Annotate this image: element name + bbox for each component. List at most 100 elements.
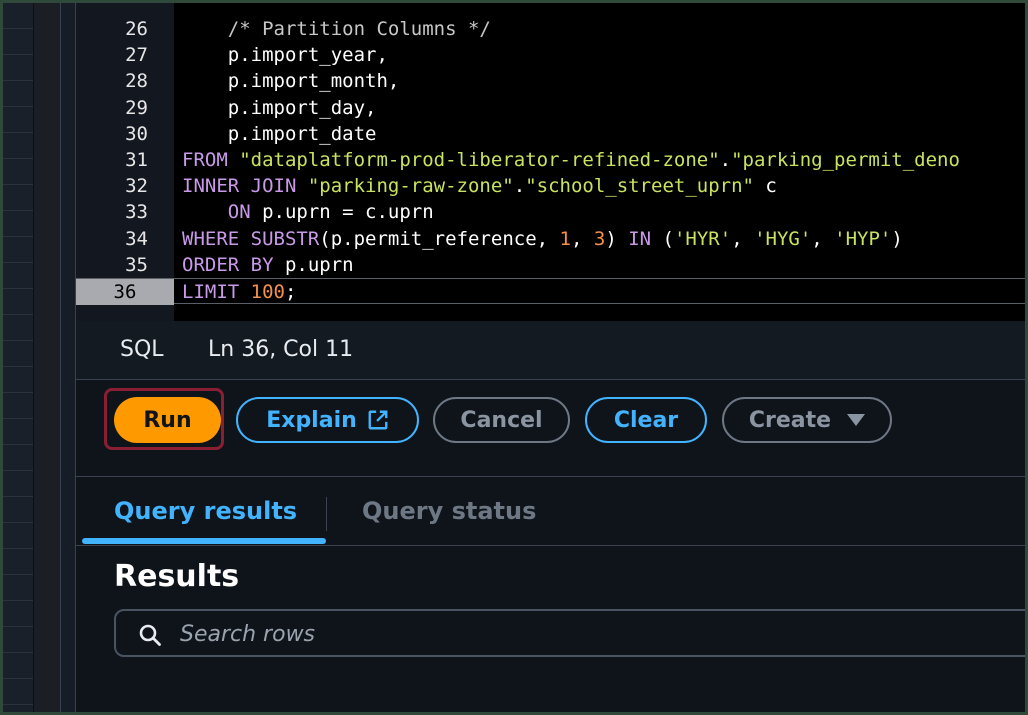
code-token: )	[605, 227, 629, 250]
code-token: IN	[628, 227, 652, 250]
clear-button-label: Clear	[613, 407, 679, 433]
query-toolbar: Run Explain Cancel Clear Create	[76, 380, 1025, 477]
code-line[interactable]: 33 ON p.uprn = c.uprn	[76, 199, 1025, 225]
line-number: 27	[125, 44, 148, 67]
code-text: WHERE SUBSTR(p.permit_reference, 1, 3) I…	[182, 226, 903, 252]
code-line[interactable]: 26 /* Partition Columns */	[76, 16, 1025, 42]
code-token: SUBSTR	[250, 227, 320, 250]
search-rows-box[interactable]	[114, 609, 1025, 657]
cancel-button[interactable]: Cancel	[433, 397, 570, 443]
code-text: p.import_date	[182, 121, 377, 147]
line-number: 35	[125, 253, 148, 276]
code-token: p.uprn	[273, 253, 354, 276]
code-token: 'HYP'	[834, 227, 892, 250]
external-link-icon	[368, 410, 388, 430]
line-number: 32	[125, 175, 148, 198]
query-editor-panel: 26 /* Partition Columns */27 p.import_ye…	[75, 3, 1025, 712]
code-token: p.import_date	[182, 122, 377, 145]
code-token: .	[719, 149, 732, 171]
code-text: p.import_day,	[182, 95, 377, 121]
code-token: "parking_permit_deno	[731, 149, 960, 171]
code-token: ON	[227, 201, 251, 224]
code-token: ORDER BY	[182, 253, 274, 276]
line-number: 26	[125, 18, 148, 40]
results-tabs: Query results Query status	[76, 477, 1025, 546]
line-number: 30	[125, 122, 148, 145]
explain-button-label: Explain	[266, 407, 357, 433]
code-token: p.uprn = c.uprn	[250, 201, 434, 224]
code-line[interactable]: 30 p.import_date	[76, 121, 1025, 147]
code-token: ,	[570, 227, 594, 250]
language-indicator: SQL	[120, 337, 164, 362]
code-editor[interactable]: 26 /* Partition Columns */27 p.import_ye…	[76, 3, 1025, 321]
code-token: "parking-raw-zone"	[307, 175, 514, 198]
code-token: INNER JOIN	[182, 175, 297, 198]
search-input[interactable]	[178, 617, 982, 651]
code-line[interactable]: 28 p.import_month,	[76, 68, 1025, 94]
code-text: INNER JOIN "parking-raw-zone"."school_st…	[182, 173, 777, 199]
code-token: p.import_year,	[182, 44, 388, 67]
code-text: /* Partition Columns */	[182, 16, 491, 42]
code-token: (	[651, 227, 674, 250]
code-line[interactable]: 29 p.import_day,	[76, 95, 1025, 121]
code-token: (p.permit_reference,	[319, 227, 560, 250]
code-line[interactable]: 35 ORDER BY p.uprn	[76, 252, 1025, 278]
code-line[interactable]: 32 INNER JOIN "parking-raw-zone"."school_…	[76, 173, 1025, 199]
tab-query-status[interactable]: Query status	[362, 497, 536, 525]
left-panel-divider	[34, 3, 61, 712]
code-token: ;	[284, 281, 297, 303]
line-number: 34	[125, 227, 148, 250]
run-button[interactable]: Run	[114, 397, 221, 443]
code-token: "school_street_uprn"	[525, 175, 754, 198]
code-token: )	[891, 227, 903, 250]
line-number: 31	[125, 149, 148, 171]
code-token: 100	[250, 281, 285, 303]
code-token: 'HYG'	[754, 227, 812, 250]
cursor-position: Ln 36, Col 11	[208, 337, 354, 362]
code-token: 1	[559, 227, 571, 250]
active-tab-indicator	[82, 538, 326, 544]
line-number: 29	[125, 96, 148, 119]
code-token: .	[513, 175, 526, 198]
code-token: 'HYR'	[673, 227, 732, 250]
cancel-button-label: Cancel	[460, 407, 543, 433]
caret-down-icon	[847, 414, 866, 426]
run-button-label: Run	[143, 407, 192, 433]
code-token: c	[753, 175, 777, 198]
explain-button[interactable]: Explain	[236, 397, 419, 443]
tab-separator	[326, 497, 327, 531]
line-number: 36	[76, 279, 174, 305]
code-text: ON p.uprn = c.uprn	[182, 199, 434, 225]
app-frame: 26 /* Partition Columns */27 p.import_ye…	[3, 3, 1025, 712]
code-line[interactable]: 36 LIMIT 100;	[76, 278, 1025, 305]
code-token: FROM	[182, 149, 228, 171]
code-text: LIMIT 100;	[182, 279, 296, 305]
create-button[interactable]: Create	[722, 397, 892, 443]
line-number: 33	[125, 201, 148, 224]
line-number: 28	[125, 70, 148, 93]
code-text: ORDER BY p.uprn	[182, 252, 354, 278]
code-token: WHERE	[182, 227, 240, 250]
code-line[interactable]: 27 p.import_year,	[76, 42, 1025, 68]
code-text: FROM "dataplatform-prod-liberator-refine…	[182, 147, 960, 173]
code-text: p.import_year,	[182, 42, 388, 68]
search-icon	[139, 624, 161, 646]
code-token: "dataplatform-prod-liberator-refined-zon…	[239, 149, 720, 171]
code-token: LIMIT	[182, 281, 240, 303]
code-token: /* Partition Columns */	[182, 18, 491, 40]
code-token: ,	[811, 227, 835, 250]
code-token: ,	[731, 227, 755, 250]
code-token: 3	[593, 227, 606, 250]
clear-button[interactable]: Clear	[585, 397, 707, 443]
results-heading: Results	[114, 559, 240, 594]
code-line[interactable]: 31 FROM "dataplatform-prod-liberator-refi…	[76, 147, 1025, 173]
tab-query-results[interactable]: Query results	[114, 497, 297, 525]
editor-status-bar: SQL Ln 36, Col 11	[76, 321, 1025, 380]
code-line[interactable]: 34 WHERE SUBSTR(p.permit_reference, 1, 3)…	[76, 226, 1025, 252]
code-token: p.import_day,	[182, 96, 377, 119]
